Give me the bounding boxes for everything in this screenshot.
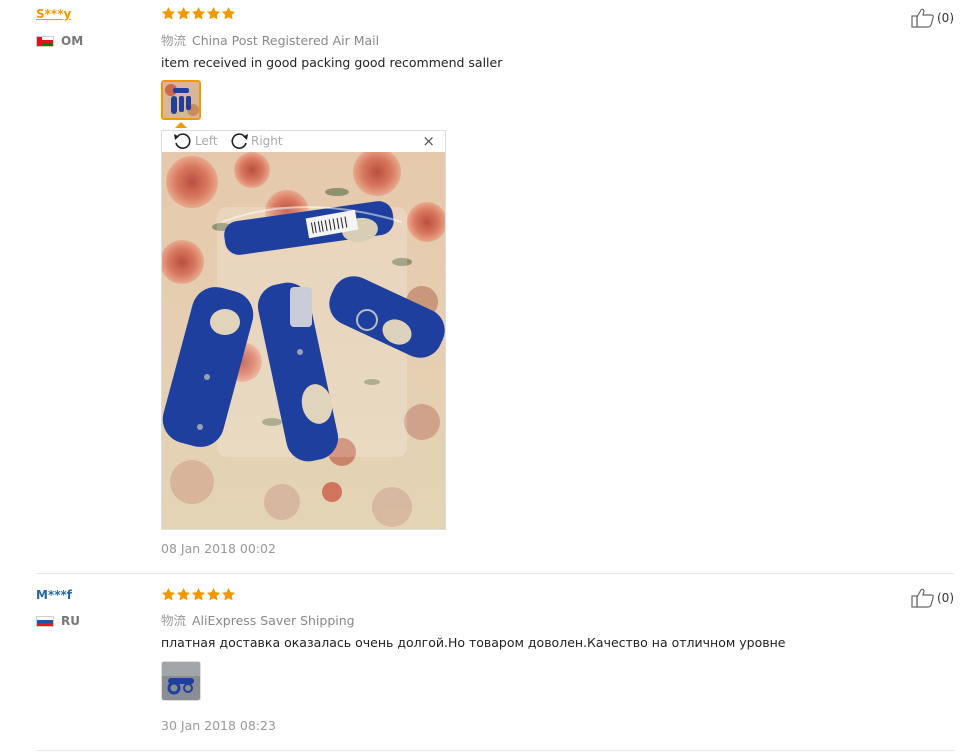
country-code: RU [61,614,80,628]
star-icon [221,6,236,21]
reviewer-name[interactable]: M***f [36,588,72,602]
shipping-method: 物流 China Post Registered Air Mail [161,30,379,49]
star-icon [161,587,176,602]
star-icon [176,6,191,21]
review-text: платная доставка оказалась очень долгой.… [161,635,786,650]
star-icon [206,6,221,21]
flag-om-icon [36,35,54,47]
helpful-button[interactable]: (0) [911,8,954,28]
shipping-method: 物流 AliExpress Saver Shipping [161,610,355,629]
rotate-left-icon [174,133,191,149]
rotate-left-label: Left [195,134,218,148]
star-icon [161,6,176,21]
viewer-toolbar: Left Right × [162,131,445,153]
review-text: item received in good packing good recom… [161,55,503,70]
review-photo-thumbnail[interactable] [161,80,201,120]
review-item: M***f RU 物流 AliExpress Saver Shipping пл… [36,574,954,751]
shipping-label: 物流 [161,33,187,48]
review-photo [162,152,445,529]
thumbnail-pointer [175,122,187,128]
close-icon[interactable]: × [422,134,435,149]
helpful-count: (0) [937,591,954,605]
rotate-right-label: Right [251,134,283,148]
shipping-name: AliExpress Saver Shipping [192,613,355,628]
star-icon [221,587,236,602]
star-icon [191,6,206,21]
star-rating [161,6,236,21]
rotate-right-button[interactable]: Right [228,132,283,150]
star-icon [176,587,191,602]
shipping-label: 物流 [161,613,187,628]
reviewer-name[interactable]: S***y [36,7,71,21]
review-date: 30 Jan 2018 08:23 [161,718,276,733]
rotate-left-button[interactable]: Left [172,132,218,150]
flag-ru-icon [36,615,54,627]
country-code: OM [61,34,84,48]
star-rating [161,587,236,602]
rotate-right-icon [231,133,248,149]
thumbs-up-icon [911,588,934,608]
review-date: 08 Jan 2018 00:02 [161,541,276,556]
thumbs-up-icon [911,8,934,28]
star-icon [191,587,206,602]
photo-viewer: Left Right × [161,130,446,530]
review-item: S***y OM 物流 China Post Registered Air Ma… [36,0,954,574]
star-icon [206,587,221,602]
shipping-name: China Post Registered Air Mail [192,33,380,48]
reviewer-country: RU [36,614,80,628]
helpful-button[interactable]: (0) [911,588,954,608]
review-photo-thumbnail[interactable] [161,661,201,701]
reviewer-country: OM [36,34,83,48]
helpful-count: (0) [937,11,954,25]
